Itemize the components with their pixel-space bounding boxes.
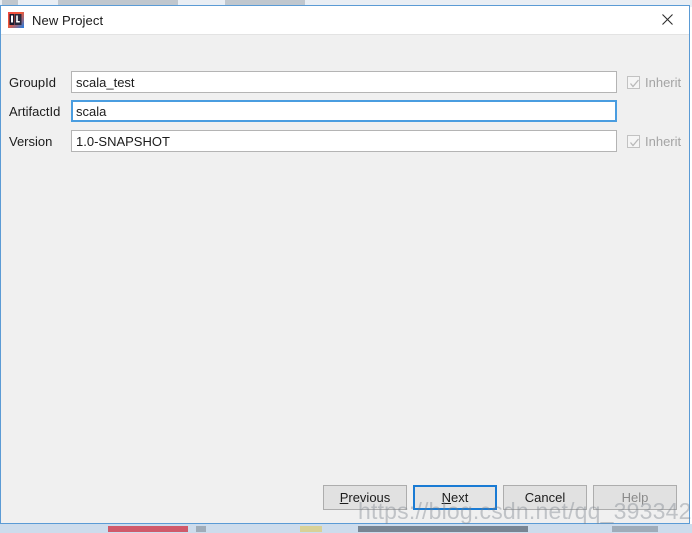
dialog-button-bar: Previous Next Cancel Help [1,471,689,523]
artifactid-label: ArtifactId [9,103,61,119]
previous-button-label: Previous [339,489,391,505]
cancel-button-label: Cancel [524,489,566,505]
groupid-input[interactable] [71,71,617,93]
next-button-label: Next [441,489,469,505]
close-icon[interactable] [645,6,689,33]
dialog-title: New Project [32,12,104,28]
version-input[interactable] [71,130,617,152]
help-button-label: Help [621,489,649,505]
previous-button[interactable]: Previous [323,484,407,510]
groupid-inherit-label: Inherit [645,74,682,90]
new-project-dialog: New Project GroupId Inherit [0,5,690,524]
groupid-label: GroupId [9,74,56,90]
desktop-background-bottom [0,524,692,533]
intellij-idea-icon [8,12,24,28]
dialog-titlebar: New Project [1,6,689,35]
version-label: Version [9,133,53,149]
version-inherit-label: Inherit [645,133,682,149]
groupid-row: GroupId Inherit [1,70,689,94]
groupid-inherit-checkbox[interactable] [627,75,640,89]
next-button[interactable]: Next [413,484,497,510]
version-inherit-group[interactable]: Inherit [627,134,681,149]
cancel-button[interactable]: Cancel [503,484,587,510]
help-button[interactable]: Help [593,484,677,510]
artifactid-input[interactable] [71,100,617,122]
version-row: Version Inherit [1,129,689,153]
dialog-body: GroupId Inherit ArtifactId Version [1,35,689,523]
version-inherit-checkbox[interactable] [627,134,640,148]
artifactid-row: ArtifactId [1,99,689,123]
groupid-inherit-group[interactable]: Inherit [627,75,681,90]
